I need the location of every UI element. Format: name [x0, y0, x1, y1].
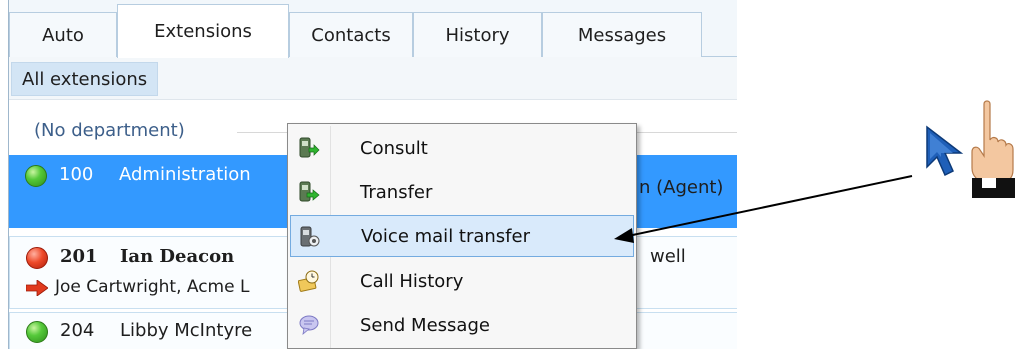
extension-name: Libby McIntyre — [120, 320, 253, 341]
extension-number: 204 — [60, 320, 95, 341]
department-header: (No department) — [34, 120, 185, 141]
menu-item-transfer[interactable]: Transfer — [290, 171, 634, 213]
menu-item-voice-mail-transfer[interactable]: Voice mail transfer — [290, 215, 634, 257]
extension-right-text: well — [650, 246, 686, 267]
extension-name: Ian Deacon — [120, 246, 235, 267]
extension-number: 201 — [60, 246, 98, 267]
tab-strip: Auto Extensions Contacts History Message… — [9, 0, 737, 58]
menu-item-consult[interactable]: Consult — [290, 127, 634, 169]
status-available-icon — [26, 321, 48, 343]
tab-label: Messages — [577, 24, 667, 46]
voicemail-transfer-icon — [300, 226, 320, 247]
tab-auto[interactable]: Auto — [9, 12, 117, 57]
mouse-cursor-icon — [926, 125, 964, 177]
context-menu: Consult Transfer Voice mail transfer Cal… — [287, 123, 637, 349]
extension-name: Administration — [119, 164, 251, 185]
phone-transfer-icon — [299, 181, 320, 202]
filter-label: All extensions — [22, 68, 148, 90]
filter-all-extensions[interactable]: All extensions — [11, 62, 159, 96]
tab-history[interactable]: History — [413, 12, 542, 57]
status-busy-icon — [26, 247, 48, 269]
call-history-icon — [298, 270, 319, 292]
menu-item-call-history[interactable]: Call History — [290, 260, 634, 302]
status-available-icon — [25, 165, 47, 187]
menu-item-label: Consult — [360, 137, 428, 159]
inbound-call-arrow-icon — [26, 280, 48, 296]
send-message-icon — [299, 315, 319, 335]
menu-item-send-message[interactable]: Send Message — [290, 304, 634, 346]
tab-extensions[interactable]: Extensions — [117, 4, 289, 58]
tab-label: History — [445, 24, 510, 46]
call-party-subline: Joe Cartwright, Acme L — [55, 277, 250, 297]
pointing-hand-icon — [971, 100, 1015, 198]
tab-label: Auto — [42, 24, 84, 46]
extension-right-text: n (Agent) — [639, 177, 724, 198]
menu-item-label: Transfer — [360, 181, 433, 203]
menu-item-label: Voice mail transfer — [361, 225, 530, 247]
tab-messages[interactable]: Messages — [542, 12, 702, 57]
menu-item-label: Send Message — [360, 314, 490, 336]
filter-bar: All extensions — [9, 57, 737, 100]
extension-number: 100 — [59, 164, 94, 185]
tab-contacts[interactable]: Contacts — [289, 12, 413, 57]
menu-item-label: Call History — [360, 270, 464, 292]
phone-consult-icon — [299, 137, 320, 158]
tab-label: Contacts — [311, 24, 391, 46]
tab-label: Extensions — [154, 21, 252, 42]
